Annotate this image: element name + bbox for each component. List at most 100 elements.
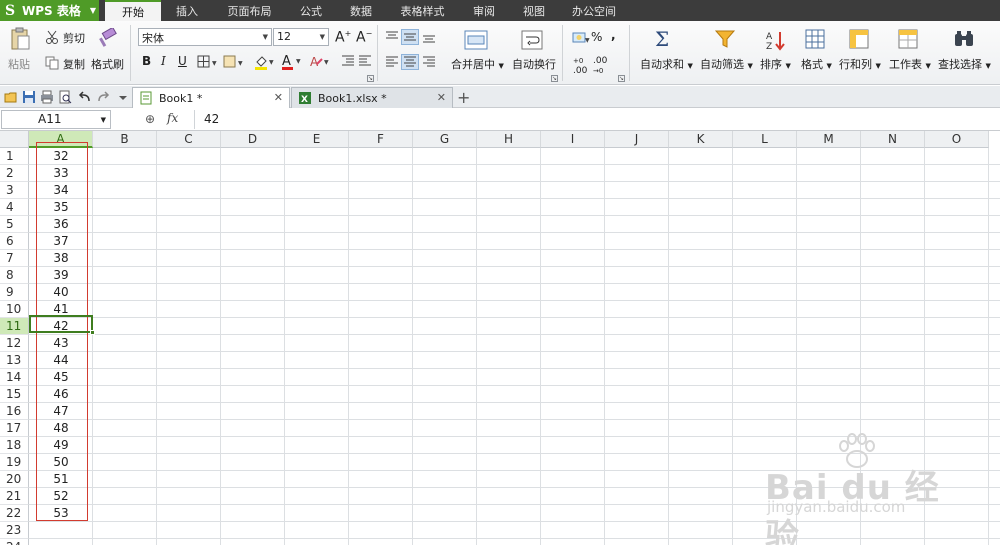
row-header[interactable]: 17 [0, 420, 29, 437]
menu-tab-view[interactable]: 视图 [509, 0, 559, 21]
worksheet-button[interactable]: 工作表 ▼ [889, 56, 931, 72]
column-header-i[interactable]: I [541, 131, 605, 148]
cell-a[interactable]: 34 [29, 182, 93, 199]
menu-tab-table-style[interactable]: 表格样式 [386, 0, 459, 21]
row-header[interactable]: 7 [0, 250, 29, 267]
align-right-icon[interactable] [421, 55, 437, 69]
fill-color-icon[interactable]: ▼ [254, 54, 276, 70]
column-header-e[interactable]: E [285, 131, 349, 148]
percent-button[interactable]: % [591, 30, 602, 44]
underline-icon[interactable]: U [178, 54, 187, 68]
currency-icon[interactable]: ▼ [572, 31, 590, 45]
cell-a[interactable]: 32 [29, 148, 93, 165]
row-header[interactable]: 19 [0, 454, 29, 471]
font-name-combo[interactable]: 宋体 ▼ [138, 28, 272, 46]
row-header[interactable]: 15 [0, 386, 29, 403]
column-header-c[interactable]: C [157, 131, 221, 148]
align-middle-icon[interactable] [401, 29, 419, 45]
row-column-button[interactable]: 行和列 ▼ [839, 56, 881, 72]
dialog-launcher-icon[interactable]: ↘ [551, 75, 558, 82]
column-header-n[interactable]: N [861, 131, 925, 148]
new-tab-plus-icon[interactable]: + [457, 88, 470, 107]
redo-icon[interactable] [96, 90, 110, 104]
print-icon[interactable] [40, 90, 54, 104]
cell-style-icon[interactable]: ▼ [223, 55, 247, 69]
open-folder-icon[interactable] [4, 90, 18, 104]
column-header-h[interactable]: H [477, 131, 541, 148]
cell-a[interactable]: 38 [29, 250, 93, 267]
clear-format-icon[interactable]: A ▼ [309, 54, 331, 70]
cell-a[interactable]: 41 [29, 301, 93, 318]
grow-font-icon[interactable]: A+ [335, 29, 351, 46]
autofilter-button[interactable]: 自动筛选 ▼ [700, 56, 753, 72]
align-center-icon[interactable] [401, 54, 419, 70]
shrink-font-icon[interactable]: A− [356, 29, 372, 46]
row-header[interactable]: 1 [0, 148, 29, 165]
bold-icon[interactable]: B [142, 54, 151, 68]
document-tab[interactable]: Book1 * ✕ [132, 87, 290, 108]
row-header[interactable]: 4 [0, 199, 29, 216]
cell-a[interactable]: 43 [29, 335, 93, 352]
menu-tab-insert[interactable]: 插入 [161, 0, 213, 21]
cell-a[interactable]: 45 [29, 369, 93, 386]
document-tab[interactable]: X Book1.xlsx * ✕ [291, 87, 453, 108]
align-bottom-icon[interactable] [421, 30, 437, 44]
format-painter-button[interactable]: 格式刷 [91, 56, 124, 72]
cell-a[interactable]: 44 [29, 352, 93, 369]
column-header-a[interactable]: A [29, 131, 93, 148]
copy-button[interactable]: 复制 [63, 56, 85, 72]
merge-center-button[interactable]: 合并居中 ▼ [451, 56, 504, 72]
column-header-d[interactable]: D [221, 131, 285, 148]
close-icon[interactable]: ✕ [437, 91, 446, 104]
cell-a[interactable]: 53 [29, 505, 93, 522]
column-header-b[interactable]: B [93, 131, 157, 148]
name-box[interactable]: A11 ▼ [1, 110, 111, 129]
undo-icon[interactable] [78, 90, 92, 104]
fx-insert-function-icon[interactable]: fx [167, 111, 178, 125]
save-icon[interactable] [22, 90, 36, 104]
increase-decimal-button[interactable]: +0.00 [573, 56, 587, 76]
cell-a[interactable]: 46 [29, 386, 93, 403]
find-select-button[interactable]: 查找选择 ▼ [938, 56, 991, 72]
row-header[interactable]: 3 [0, 182, 29, 199]
cell-a[interactable]: 40 [29, 284, 93, 301]
row-header[interactable]: 2 [0, 165, 29, 182]
font-color-icon[interactable]: A ▼ [281, 53, 303, 71]
cell-a[interactable]: 35 [29, 199, 93, 216]
row-header[interactable]: 13 [0, 352, 29, 369]
align-left-icon[interactable] [384, 55, 400, 69]
row-header[interactable]: 22 [0, 505, 29, 522]
row-header[interactable]: 8 [0, 267, 29, 284]
align-top-icon[interactable] [384, 30, 400, 44]
cell-a[interactable]: 52 [29, 488, 93, 505]
menu-tab-data[interactable]: 数据 [336, 0, 386, 21]
customize-dropdown-icon[interactable] [118, 90, 132, 104]
magnifier-icon[interactable]: ⊕ [145, 112, 155, 126]
column-header-m[interactable]: M [797, 131, 861, 148]
italic-icon[interactable]: I [161, 54, 166, 68]
border-icon[interactable]: ▼ [197, 55, 221, 69]
cut-button[interactable]: 剪切 [63, 30, 85, 46]
paste-icon[interactable] [8, 27, 32, 51]
sort-button[interactable]: 排序 ▼ [760, 56, 791, 72]
column-header-k[interactable]: K [669, 131, 733, 148]
column-header-g[interactable]: G [413, 131, 477, 148]
menu-tab-office-space[interactable]: 办公空间 [559, 0, 629, 21]
dialog-launcher-icon[interactable]: ↘ [367, 75, 374, 82]
cell-a[interactable]: 36 [29, 216, 93, 233]
outdent-icon[interactable] [358, 54, 372, 68]
menu-tab-home[interactable]: 开始 [105, 0, 161, 21]
formula-input[interactable]: 42 [194, 110, 1000, 129]
select-all-corner[interactable] [0, 131, 29, 148]
row-header[interactable]: 18 [0, 437, 29, 454]
app-menu-button[interactable]: S WPS 表格 ▼ [0, 0, 99, 21]
column-header-j[interactable]: J [605, 131, 669, 148]
autosum-button[interactable]: 自动求和 ▼ [640, 56, 693, 72]
cell-a[interactable]: 37 [29, 233, 93, 250]
cell-a[interactable]: 42 [29, 318, 93, 335]
column-header-l[interactable]: L [733, 131, 797, 148]
row-header[interactable]: 24 [0, 539, 29, 545]
row-header[interactable]: 20 [0, 471, 29, 488]
row-header[interactable]: 16 [0, 403, 29, 420]
close-icon[interactable]: ✕ [274, 91, 283, 104]
